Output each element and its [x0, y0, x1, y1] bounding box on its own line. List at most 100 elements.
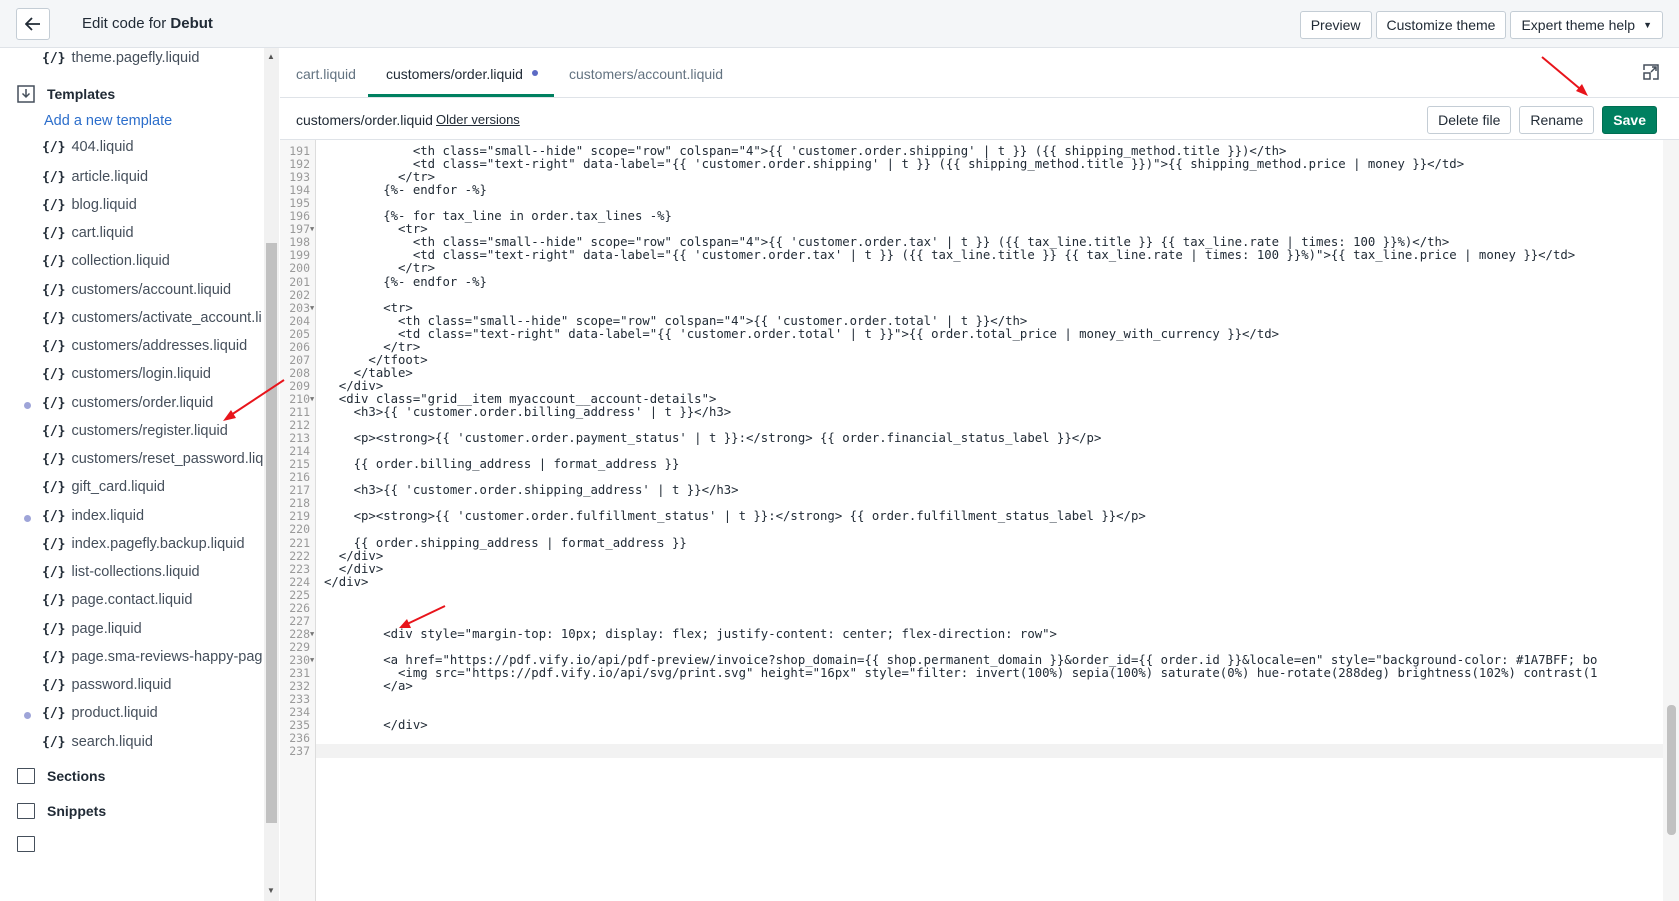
line-number: 215	[289, 457, 310, 472]
code-line[interactable]: {{ order.shipping_address | format_addre…	[324, 536, 687, 550]
preview-button[interactable]: Preview	[1299, 11, 1372, 39]
line-number: 213	[289, 431, 310, 446]
delete-file-button[interactable]: Delete file	[1427, 106, 1512, 134]
liquid-file-icon: {/}	[42, 169, 66, 185]
next-folder[interactable]	[17, 836, 47, 852]
code-line[interactable]: </table>	[324, 366, 413, 380]
unsaved-indicator	[532, 70, 538, 76]
code-line[interactable]: <tr>	[324, 222, 428, 236]
code-line[interactable]: </tr>	[324, 340, 420, 354]
code-line[interactable]: </div>	[324, 575, 368, 589]
tab-customers-account[interactable]: customers/account.liquid	[569, 66, 723, 82]
code-line[interactable]: <p><strong>{{ 'customer.order.payment_st…	[324, 431, 1102, 445]
fold-toggle-icon[interactable]: ▼	[310, 225, 314, 233]
code-line[interactable]: </div>	[324, 549, 383, 563]
code-line[interactable]: <img src="https://pdf.vify.io/api/svg/pr…	[324, 666, 1597, 680]
sidebar-item-label: article.liquid	[71, 169, 149, 185]
line-number: 200	[289, 261, 310, 276]
code-line[interactable]: <td class="text-right" data-label="{{ 'c…	[324, 248, 1575, 262]
sidebar-item-label: cart.liquid	[71, 225, 134, 241]
code-line[interactable]: <tr>	[324, 301, 413, 315]
code-line[interactable]: <td class="text-right" data-label="{{ 'c…	[324, 157, 1464, 171]
line-number: 198	[289, 235, 310, 250]
code-line[interactable]: </tfoot>	[324, 353, 427, 367]
code-line[interactable]: <th class="small--hide" scope="row" cols…	[324, 235, 1449, 249]
fold-toggle-icon[interactable]: ▼	[310, 656, 314, 664]
sidebar-item[interactable]: {/} article.liquid	[42, 169, 264, 185]
liquid-file-icon: {/}	[42, 621, 66, 637]
sidebar-item[interactable]: {/} page.sma-reviews-happy-pag	[42, 649, 264, 665]
code-line[interactable]: </div>	[324, 562, 383, 576]
code-line[interactable]: </div>	[324, 718, 427, 732]
sidebar-item[interactable]: {/} 404.liquid	[42, 139, 264, 155]
code-line[interactable]: <h3>{{ 'customer.order.shipping_address'…	[324, 483, 739, 497]
sidebar-item-theme-pagefly[interactable]: {/} theme.pagefly.liquid	[42, 50, 264, 66]
sidebar-scroll-thumb[interactable]	[266, 243, 277, 823]
sidebar-item[interactable]: {/} list-collections.liquid	[42, 564, 264, 580]
sidebar-item[interactable]: {/} gift_card.liquid	[42, 479, 264, 495]
fold-toggle-icon[interactable]: ▼	[310, 395, 314, 403]
fold-toggle-icon[interactable]: ▼	[310, 630, 314, 638]
code-line[interactable]: <th class="small--hide" scope="row" cols…	[324, 314, 1027, 328]
line-number: 232	[289, 679, 310, 694]
sidebar-item[interactable]: {/} page.liquid	[42, 621, 264, 637]
templates-folder[interactable]: Templates	[17, 85, 115, 103]
customize-theme-button[interactable]: Customize theme	[1375, 11, 1507, 39]
sidebar-item[interactable]: {/} cart.liquid	[42, 225, 264, 241]
snippets-folder[interactable]: Snippets	[17, 803, 106, 819]
sidebar-item[interactable]: {/} page.contact.liquid	[42, 592, 264, 608]
sidebar-item[interactable]: {/} customers/addresses.liquid	[42, 338, 264, 354]
code-line[interactable]: {%- endfor -%}	[324, 275, 487, 289]
code-line[interactable]: </div>	[324, 379, 383, 393]
sidebar-item[interactable]: {/} customers/account.liquid	[42, 282, 264, 298]
line-number: 216	[289, 470, 310, 485]
sidebar-item[interactable]: {/} index.pagefly.backup.liquid	[42, 536, 264, 552]
line-number: 231	[289, 666, 310, 680]
code-line[interactable]: </tr>	[324, 170, 435, 184]
code-line[interactable]: <td class="text-right" data-label="{{ 'c…	[324, 327, 1279, 341]
editor-scroll-thumb[interactable]	[1667, 705, 1676, 835]
sidebar-item[interactable]: {/} blog.liquid	[42, 197, 264, 213]
liquid-file-icon: {/}	[42, 225, 66, 241]
rename-button[interactable]: Rename	[1519, 106, 1595, 134]
fold-toggle-icon[interactable]: ▼	[310, 304, 314, 312]
expert-theme-help-button[interactable]: Expert theme help ▼	[1510, 11, 1663, 39]
sidebar-scrollbar[interactable]: ▲ ▼	[264, 48, 279, 901]
liquid-file-icon: {/}	[42, 310, 66, 326]
older-versions-link[interactable]: Older versions	[436, 112, 520, 127]
code-line[interactable]: <a href="https://pdf.vify.io/api/pdf-pre…	[324, 653, 1597, 667]
sidebar-item[interactable]: {/} customers/reset_password.liq	[42, 451, 264, 467]
code-editor[interactable]: 191 <th class="small--hide" scope="row" …	[280, 140, 1679, 901]
code-line[interactable]: {%- for tax_line in order.tax_lines -%}	[324, 209, 672, 223]
sidebar-item[interactable]: {/} product.liquid	[42, 705, 264, 721]
tab-cart[interactable]: cart.liquid	[296, 66, 356, 82]
code-line[interactable]: {%- endfor -%}	[324, 183, 487, 197]
code-line[interactable]: {{ order.billing_address | format_addres…	[324, 457, 680, 471]
save-button[interactable]: Save	[1602, 106, 1657, 134]
tab-customers-order[interactable]: customers/order.liquid	[386, 66, 523, 82]
code-line[interactable]: </a>	[324, 679, 413, 693]
sidebar-item[interactable]: {/} index.liquid	[42, 508, 264, 524]
sidebar-item[interactable]: {/} customers/activate_account.li	[42, 310, 264, 326]
line-number: 206	[289, 339, 310, 354]
sidebar-item[interactable]: {/} search.liquid	[42, 734, 264, 750]
add-template-link[interactable]: Add a new template	[44, 113, 172, 129]
liquid-file-icon: {/}	[42, 366, 66, 382]
sidebar-item-label: customers/login.liquid	[71, 366, 211, 382]
code-line[interactable]: <th class="small--hide" scope="row" cols…	[324, 144, 1287, 158]
sidebar-item-label: page.sma-reviews-happy-pag	[71, 649, 263, 665]
back-button[interactable]	[16, 8, 50, 40]
code-line[interactable]: <h3>{{ 'customer.order.billing_address' …	[324, 405, 732, 419]
scroll-up-icon[interactable]: ▲	[267, 52, 275, 61]
liquid-file-icon: {/}	[42, 197, 66, 213]
code-line[interactable]: </tr>	[324, 261, 435, 275]
sidebar-item[interactable]: {/} password.liquid	[42, 677, 264, 693]
sidebar-item-label: customers/addresses.liquid	[71, 338, 248, 354]
code-line[interactable]: <p><strong>{{ 'customer.order.fulfillmen…	[324, 509, 1146, 523]
editor-scrollbar[interactable]	[1663, 140, 1679, 901]
expand-icon[interactable]	[1641, 62, 1661, 82]
code-line[interactable]: <div class="grid__item myaccount__accoun…	[324, 392, 717, 406]
scroll-down-icon[interactable]: ▼	[267, 886, 275, 895]
sidebar-item[interactable]: {/} collection.liquid	[42, 253, 264, 269]
sections-folder[interactable]: Sections	[17, 768, 105, 784]
